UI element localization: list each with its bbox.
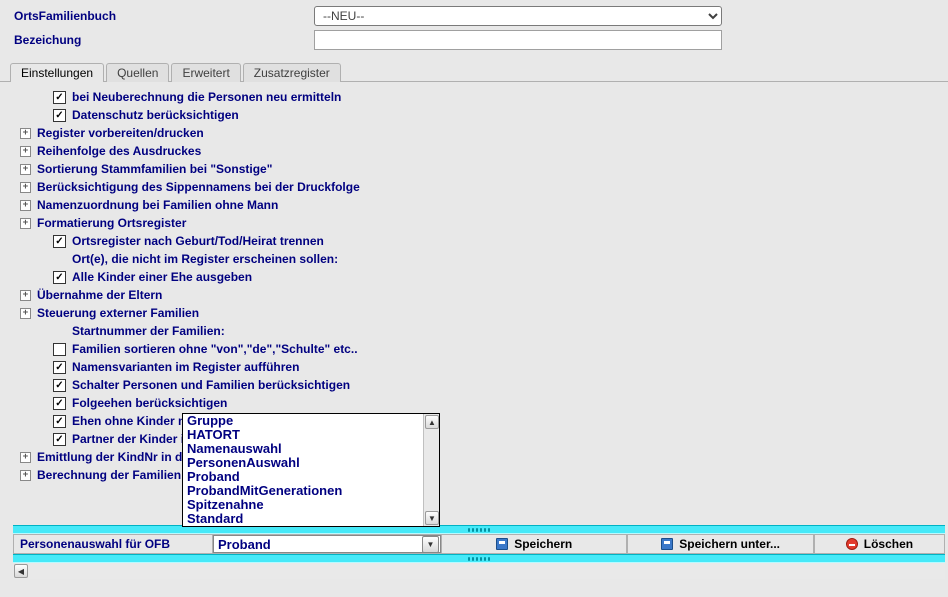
splitter-top[interactable]: [13, 525, 945, 534]
header-form: OrtsFamilienbuch --NEU-- Bezeichung: [0, 0, 948, 60]
expander-uebernahme[interactable]: +: [20, 290, 31, 301]
save-as-button-label: Speichern unter...: [679, 537, 780, 551]
row-ortsfamilienbuch: OrtsFamilienbuch --NEU--: [14, 6, 938, 26]
scroll-left-icon[interactable]: ◀: [14, 564, 28, 578]
node-namenzu[interactable]: Namenzuordnung bei Familien ohne Mann: [37, 198, 278, 212]
expander-kindnr[interactable]: +: [20, 452, 31, 463]
expander-formatierung[interactable]: +: [20, 218, 31, 229]
scroll-down-icon[interactable]: ▼: [425, 511, 439, 525]
label-bezeichnung: Bezeichung: [14, 33, 314, 47]
node-formatierung[interactable]: Formatierung Ortsregister: [37, 216, 186, 230]
node-berechnung-fam[interactable]: Berechnung der Familien: [37, 468, 181, 482]
splitter-bottom[interactable]: [13, 554, 945, 563]
expander-reihenfolge[interactable]: +: [20, 146, 31, 157]
personenauswahl-listbox[interactable]: Gruppe HATORT Namenauswahl PersonenAuswa…: [182, 413, 440, 527]
check-familien-sortieren[interactable]: [53, 343, 66, 356]
ortsfamilienbuch-select[interactable]: --NEU--: [314, 6, 722, 26]
row-bezeichnung: Bezeichung: [14, 30, 938, 50]
label-folgeehen: Folgeehen berücksichtigen: [72, 396, 227, 410]
check-ortsregister-trennen[interactable]: [53, 235, 66, 248]
expander-namenzu[interactable]: +: [20, 200, 31, 211]
check-datenschutz[interactable]: [53, 109, 66, 122]
save-button-label: Speichern: [514, 537, 572, 551]
scroll-up-icon[interactable]: ▲: [425, 415, 439, 429]
expander-steuerung-ext[interactable]: +: [20, 308, 31, 319]
delete-button-label: Löschen: [864, 537, 913, 551]
check-ehen-ohne-kinder[interactable]: [53, 415, 66, 428]
listbox-item-spitzenahne[interactable]: Spitzenahne: [183, 498, 439, 512]
check-schalter-personen[interactable]: [53, 379, 66, 392]
check-partner-kinder[interactable]: [53, 433, 66, 446]
expander-sippen[interactable]: +: [20, 182, 31, 193]
tab-quellen[interactable]: Quellen: [106, 63, 169, 82]
node-uebernahme[interactable]: Übernahme der Eltern: [37, 288, 162, 302]
tabbar: Einstellungen Quellen Erweitert Zusatzre…: [0, 60, 948, 82]
personenauswahl-value[interactable]: Proband: [214, 535, 422, 554]
node-sortierung[interactable]: Sortierung Stammfamilien bei "Sonstige": [37, 162, 272, 176]
listbox-item-hatort[interactable]: HATORT: [183, 428, 439, 442]
empty-area: [424, 459, 945, 525]
save-icon: [496, 538, 508, 550]
expander-register[interactable]: +: [20, 128, 31, 139]
settings-tree: bei Neuberechnung die Personen neu ermit…: [0, 82, 948, 512]
check-neuberechnung[interactable]: [53, 91, 66, 104]
node-steuerung-ext[interactable]: Steuerung externer Familien: [37, 306, 199, 320]
listbox-item-standard[interactable]: Standard: [183, 512, 439, 526]
delete-button[interactable]: Löschen: [814, 535, 945, 553]
label-alle-kinder: Alle Kinder einer Ehe ausgeben: [72, 270, 252, 284]
check-alle-kinder[interactable]: [53, 271, 66, 284]
label-startnummer: Startnummer der Familien:: [72, 324, 225, 338]
save-as-icon: [661, 538, 673, 550]
listbox-scrollbar[interactable]: ▲ ▼: [423, 414, 439, 526]
label-ortsregister-trennen: Ortsregister nach Geburt/Tod/Heirat tren…: [72, 234, 324, 248]
label-familien-sortieren: Familien sortieren ohne "von","de","Schu…: [72, 342, 358, 356]
expander-sortierung[interactable]: +: [20, 164, 31, 175]
label-datenschutz: Datenschutz berücksichtigen: [72, 108, 239, 122]
personenauswahl-label: Personenauswahl für OFB: [13, 535, 213, 553]
node-sippen[interactable]: Berücksichtigung des Sippennamens bei de…: [37, 180, 360, 194]
tab-einstellungen[interactable]: Einstellungen: [10, 63, 104, 82]
save-button[interactable]: Speichern: [441, 535, 627, 553]
label-ortsfamilienbuch: OrtsFamilienbuch: [14, 9, 314, 23]
delete-icon: [846, 538, 858, 550]
save-as-button[interactable]: Speichern unter...: [627, 535, 813, 553]
listbox-item-proband-gen[interactable]: ProbandMitGenerationen: [183, 484, 439, 498]
label-schalter-personen: Schalter Personen und Familien berücksic…: [72, 378, 350, 392]
tab-erweitert[interactable]: Erweitert: [171, 63, 240, 82]
check-folgeehen[interactable]: [53, 397, 66, 410]
listbox-item-personenauswahl[interactable]: PersonenAuswahl: [183, 456, 439, 470]
chevron-down-icon[interactable]: ▼: [422, 536, 439, 553]
listbox-item-proband[interactable]: Proband: [183, 470, 439, 484]
label-namensvarianten: Namensvarianten im Register aufführen: [72, 360, 299, 374]
node-register[interactable]: Register vorbereiten/drucken: [37, 126, 204, 140]
check-namensvarianten[interactable]: [53, 361, 66, 374]
horizontal-scrollbar[interactable]: ◀: [13, 563, 945, 579]
bezeichnung-input[interactable]: [314, 30, 722, 50]
personenauswahl-combo[interactable]: Proband ▼: [213, 535, 441, 553]
listbox-item-namenauswahl[interactable]: Namenauswahl: [183, 442, 439, 456]
expander-berechnung-fam[interactable]: +: [20, 470, 31, 481]
label-ort-nicht-im-register: Ort(e), die nicht im Register erscheinen…: [72, 252, 338, 266]
bottom-toolbar: Personenauswahl für OFB Proband ▼ Speich…: [13, 534, 945, 554]
node-reihenfolge[interactable]: Reihenfolge des Ausdruckes: [37, 144, 201, 158]
tab-zusatzregister[interactable]: Zusatzregister: [243, 63, 341, 82]
listbox-item-gruppe[interactable]: Gruppe: [183, 414, 439, 428]
label-neuberechnung: bei Neuberechnung die Personen neu ermit…: [72, 90, 341, 104]
node-kindnr[interactable]: Emittlung der KindNr in de: [37, 450, 189, 464]
